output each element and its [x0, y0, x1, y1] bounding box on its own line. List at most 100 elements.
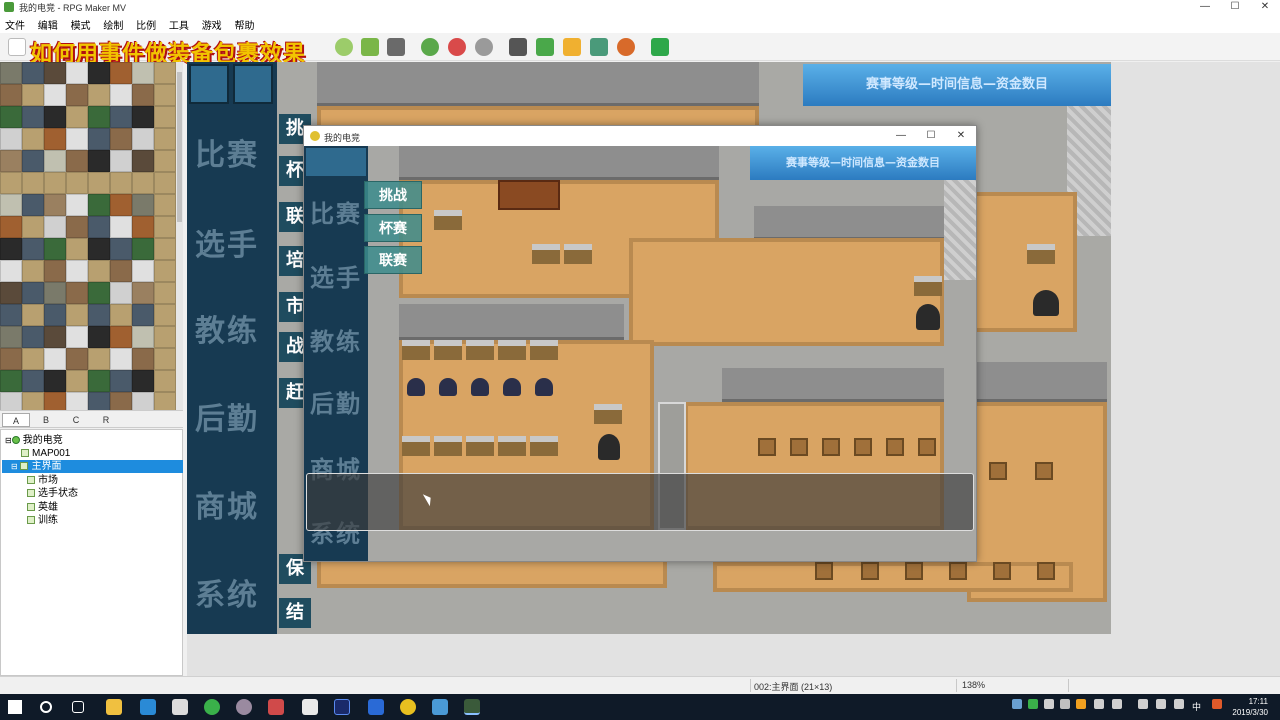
tileset-tile[interactable]: [132, 172, 154, 194]
tileset-tile[interactable]: [66, 216, 88, 238]
tileset-tile[interactable]: [132, 260, 154, 282]
tree-item-map001[interactable]: MAP001: [21, 447, 70, 460]
menu-tools[interactable]: 工具: [164, 15, 194, 32]
tileset-tile[interactable]: [110, 216, 132, 238]
search-icon[interactable]: [40, 701, 52, 713]
tileset-tile[interactable]: [0, 84, 22, 106]
tileset-tile[interactable]: [88, 150, 110, 172]
tileset-tile[interactable]: [66, 260, 88, 282]
tileset-tile[interactable]: [110, 304, 132, 326]
minimize-button[interactable]: —: [1190, 0, 1220, 15]
tileset-tile[interactable]: [154, 84, 176, 106]
tileset-tile[interactable]: [154, 238, 176, 260]
tileset-tile[interactable]: [44, 282, 66, 304]
app-icon[interactable]: [368, 699, 384, 715]
tileset-tile[interactable]: [88, 326, 110, 348]
tileset-tile[interactable]: [22, 150, 44, 172]
tray-icon[interactable]: [1060, 699, 1070, 709]
command-league[interactable]: 联赛: [364, 246, 422, 274]
tileset-tile[interactable]: [44, 348, 66, 370]
app-icon[interactable]: [236, 699, 252, 715]
tileset-tile[interactable]: [44, 106, 66, 128]
tileset-tile[interactable]: [110, 260, 132, 282]
tileset-tile[interactable]: [0, 216, 22, 238]
tileset-tile[interactable]: [132, 62, 154, 84]
tileset-tile[interactable]: [66, 238, 88, 260]
tileset-tile[interactable]: [22, 194, 44, 216]
tray-icon[interactable]: [1212, 699, 1222, 709]
tileset-tile[interactable]: [22, 260, 44, 282]
tileset-tile[interactable]: [66, 326, 88, 348]
command-cup[interactable]: 杯赛: [364, 214, 422, 242]
tileset-tile[interactable]: [88, 106, 110, 128]
tileset-tile[interactable]: [132, 326, 154, 348]
tileset-tile[interactable]: [154, 62, 176, 84]
tileset-tile[interactable]: [22, 348, 44, 370]
tileset-tile[interactable]: [44, 392, 66, 410]
tab-c[interactable]: C: [62, 413, 90, 427]
tileset-tile[interactable]: [88, 370, 110, 392]
tileset-tile[interactable]: [132, 392, 154, 410]
browser-icon[interactable]: [204, 699, 220, 715]
zoom-out-icon[interactable]: [448, 38, 466, 56]
tileset-tile[interactable]: [66, 348, 88, 370]
ime-indicator[interactable]: 中: [1192, 700, 1201, 713]
tileset-tile[interactable]: [88, 216, 110, 238]
plugin-manager-icon[interactable]: [536, 38, 554, 56]
tileset-tile[interactable]: [110, 370, 132, 392]
message-window[interactable]: [306, 473, 974, 531]
tileset-tile[interactable]: [22, 282, 44, 304]
command-challenge[interactable]: 挑战: [364, 181, 422, 209]
tileset-tile[interactable]: [44, 150, 66, 172]
tileset-tile[interactable]: [0, 150, 22, 172]
app-icon[interactable]: [432, 699, 448, 715]
game-close-button[interactable]: ✕: [948, 129, 974, 143]
tileset-tile[interactable]: [66, 106, 88, 128]
tray-icon[interactable]: [1028, 699, 1038, 709]
tileset-tile[interactable]: [88, 128, 110, 150]
close-button[interactable]: ✕: [1250, 0, 1280, 15]
windows-start-icon[interactable]: [8, 700, 22, 714]
tileset-scrollbar[interactable]: [176, 62, 183, 410]
store-icon[interactable]: [140, 699, 156, 715]
tree-item-main[interactable]: ⊟ 主界面: [2, 460, 183, 473]
tileset-tile[interactable]: [154, 370, 176, 392]
tileset-tile[interactable]: [154, 392, 176, 410]
tileset-tile[interactable]: [22, 172, 44, 194]
tileset-tile[interactable]: [22, 392, 44, 410]
tray-icon[interactable]: [1112, 699, 1122, 709]
tileset-tile[interactable]: [132, 304, 154, 326]
tab-b[interactable]: B: [32, 413, 60, 427]
tileset-tile[interactable]: [110, 84, 132, 106]
tileset-tile[interactable]: [0, 260, 22, 282]
shadow-pen-icon[interactable]: [387, 38, 405, 56]
tileset-tile[interactable]: [110, 282, 132, 304]
file-explorer-icon[interactable]: [106, 699, 122, 715]
tileset-tile[interactable]: [88, 282, 110, 304]
rpg-maker-icon[interactable]: [464, 699, 480, 715]
tileset-tile[interactable]: [0, 304, 22, 326]
ellipse-tool-icon[interactable]: [335, 38, 353, 56]
tree-item-player-status[interactable]: 选手状态: [27, 487, 78, 500]
network-icon[interactable]: [1138, 699, 1148, 709]
tileset-tile[interactable]: [44, 62, 66, 84]
playtest-icon[interactable]: [651, 38, 669, 56]
calculator-icon[interactable]: [302, 699, 318, 715]
tileset-tile[interactable]: [22, 370, 44, 392]
tray-icon[interactable]: [1094, 699, 1104, 709]
zoom-in-icon[interactable]: [421, 38, 439, 56]
tileset-tile[interactable]: [44, 260, 66, 282]
scrollbar-thumb[interactable]: [177, 72, 182, 222]
tileset-tile[interactable]: [22, 128, 44, 150]
tileset-tile[interactable]: [0, 62, 22, 84]
pen-icon[interactable]: [1174, 699, 1184, 709]
tileset-tile[interactable]: [0, 172, 22, 194]
character-generator-icon[interactable]: [617, 38, 635, 56]
tileset-tile[interactable]: [154, 106, 176, 128]
tileset-tile[interactable]: [66, 128, 88, 150]
tileset-tile[interactable]: [88, 304, 110, 326]
tileset-tile[interactable]: [132, 150, 154, 172]
app-icon[interactable]: [268, 699, 284, 715]
sound-test-icon[interactable]: [563, 38, 581, 56]
tileset-tile[interactable]: [88, 260, 110, 282]
